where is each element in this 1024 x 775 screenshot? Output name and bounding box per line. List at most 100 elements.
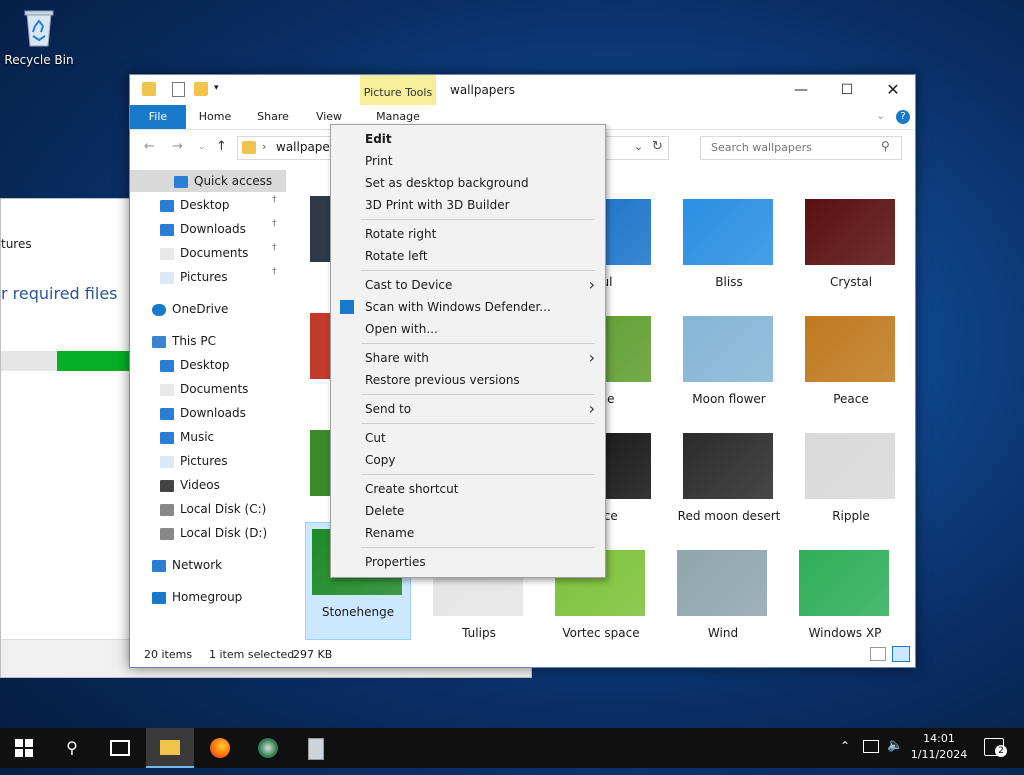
file-item[interactable]: Red moon desert [677,427,781,543]
thumbnail-image[interactable] [310,313,332,379]
sidebar-item-label: Documents [180,382,249,396]
menu-item-print[interactable]: Print [331,150,605,172]
menu-item-rename[interactable]: Rename [331,522,605,544]
menu-item-label: 3D Print with 3D Builder [365,198,510,212]
menu-item-label: Set as desktop background [365,176,529,190]
file-item[interactable]: Crystal [799,193,903,309]
file-item[interactable]: Ripple [799,427,903,543]
menu-item-rotate-left[interactable]: Rotate left [331,245,605,267]
selection-count: 1 item selected [209,648,295,661]
menu-item-copy[interactable]: Copy [331,449,605,471]
tab-file[interactable]: File [130,105,186,129]
large-icons-view-icon[interactable] [892,646,910,662]
search-input[interactable] [709,140,873,155]
menu-separator [361,270,595,271]
file-name: Peace [833,392,869,406]
forward-arrow-icon[interactable]: → [172,139,183,154]
menu-item-scan-with-windows-defender[interactable]: Scan with Windows Defender... [331,296,605,318]
tab-home[interactable]: Home [192,105,238,129]
menu-item-label: Scan with Windows Defender... [365,300,551,314]
sidebar-item-pictures[interactable]: Pictures [160,266,228,288]
sidebar-item-local-disk-c[interactable]: Local Disk (C:) [160,498,266,520]
thumbnail-image[interactable] [310,430,332,496]
menu-item-send-to[interactable]: Send to › [331,398,605,420]
start-button[interactable] [0,728,48,768]
menu-item-delete[interactable]: Delete [331,500,605,522]
menu-item-restore-previous-versions[interactable]: Restore previous versions [331,369,605,391]
menu-item-create-shortcut[interactable]: Create shortcut [331,478,605,500]
refresh-icon[interactable]: ↻ [652,139,663,154]
minimize-button[interactable]: — [778,75,824,105]
sidebar-item-documents[interactable]: Documents [160,242,248,264]
sidebar-item-music[interactable]: Music [160,426,214,448]
title-bar[interactable]: ▾ Picture Tools wallpapers — ☐ ✕ [130,75,916,129]
menu-item-open-with[interactable]: Open with... [331,318,605,340]
menu-separator [361,394,595,395]
sidebar-item-pictures[interactable]: Pictures [160,450,228,472]
installer-taskbar-button[interactable] [292,728,340,768]
pin-icon: † [272,267,277,277]
sidebar-item-videos[interactable]: Videos [160,474,220,496]
show-hidden-icons-chevron-icon[interactable]: ⌃ [840,739,850,753]
sidebar-item-quick-access[interactable]: Quick access [174,170,272,192]
sidebar-item-network[interactable]: Network [152,554,222,576]
sidebar-item-onedrive[interactable]: OneDrive [152,298,228,320]
task-view-button[interactable] [96,728,144,768]
clock[interactable]: 14:01 1/11/2024 [910,731,968,763]
breadcrumb-chevron-icon[interactable]: › [262,140,266,153]
app-taskbar-button[interactable] [244,728,292,768]
sidebar-item-downloads[interactable]: Downloads [160,218,246,240]
menu-item-label: Send to [365,402,412,416]
firefox-taskbar-button[interactable] [196,728,244,768]
file-name: Moon flower [692,392,766,406]
recent-locations-chevron-icon[interactable]: ⌄ [198,142,206,152]
menu-item-set-as-desktop-background[interactable]: Set as desktop background [331,172,605,194]
maximize-button[interactable]: ☐ [824,75,870,105]
search-box[interactable]: ⚲ [700,136,902,160]
file-item[interactable]: Moon flower [677,310,781,426]
close-button[interactable]: ✕ [870,75,916,105]
menu-item-3d-print-with-3d-builder[interactable]: 3D Print with 3D Builder [331,194,605,216]
customize-qat-chevron-icon[interactable]: ▾ [214,83,228,97]
sidebar-item-local-disk-d[interactable]: Local Disk (D:) [160,522,267,544]
menu-item-label: Rename [365,526,415,540]
expand-ribbon-chevron-icon[interactable]: ⌄ [876,109,885,122]
sidebar-item-this-pc[interactable]: This PC [152,330,216,352]
sidebar-item-desktop[interactable]: Desktop [160,194,230,216]
file-name: Vortec space [562,626,640,640]
file-item[interactable]: Bliss [677,193,781,309]
thumbnail-image[interactable] [310,196,332,262]
details-view-icon[interactable] [870,647,886,661]
installer-text-required-files: r required files [1,284,118,303]
menu-item-label: Cut [365,431,386,445]
menu-item-cast-to-device[interactable]: Cast to Device › [331,274,605,296]
recycle-bin-icon[interactable]: Recycle Bin [4,6,74,67]
network-status-icon[interactable] [863,740,879,753]
tab-share[interactable]: Share [250,105,296,129]
help-icon[interactable]: ? [896,110,910,124]
file-explorer-taskbar-button[interactable] [146,728,194,768]
up-arrow-icon[interactable]: ↑ [216,139,227,154]
menu-item-label: Rotate left [365,249,428,263]
menu-item-rotate-right[interactable]: Rotate right [331,223,605,245]
volume-muted-icon[interactable]: 🔈 [887,738,903,753]
music-note-icon [160,431,174,444]
navigation-pane: Quick access Desktop † Downloads † Documents †… [130,170,290,640]
back-arrow-icon[interactable]: ← [144,139,155,154]
menu-item-share-with[interactable]: Share with › [331,347,605,369]
magnifier-icon: ⚲ [66,738,78,757]
menu-item-cut[interactable]: Cut [331,427,605,449]
sidebar-item-documents[interactable]: Documents [160,378,248,400]
file-item[interactable]: Peace [799,310,903,426]
new-folder-quick-icon[interactable] [194,82,208,96]
sidebar-item-label: Pictures [180,454,228,468]
menu-item-edit[interactable]: Edit [331,128,605,150]
pin-icon: † [272,195,277,205]
menu-item-properties[interactable]: Properties [331,551,605,573]
sidebar-item-desktop[interactable]: Desktop [160,354,230,376]
properties-quick-icon[interactable] [172,82,185,97]
address-dropdown-chevron-icon[interactable]: ⌄ [634,140,643,153]
search-taskbar-button[interactable]: ⚲ [48,728,96,768]
sidebar-item-homegroup[interactable]: Homegroup [152,586,242,608]
sidebar-item-downloads[interactable]: Downloads [160,402,246,424]
